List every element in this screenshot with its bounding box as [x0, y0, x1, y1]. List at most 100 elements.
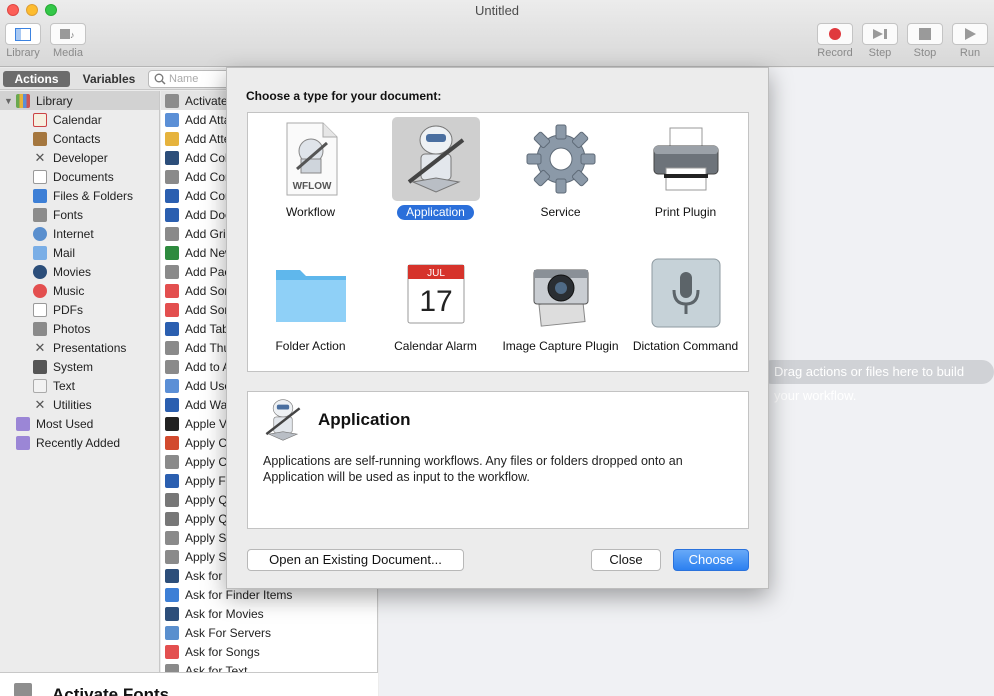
library-item-system[interactable]: System [0, 357, 159, 376]
run-label: Run [959, 47, 981, 59]
library-toggle-button[interactable]: Library [4, 23, 42, 59]
action-icon [165, 93, 179, 108]
action-icon [165, 663, 179, 672]
library-item-calendar[interactable]: Calendar [0, 110, 159, 129]
contacts-icon [33, 131, 47, 146]
run-icon [965, 28, 976, 40]
library-item-internet[interactable]: Internet [0, 224, 159, 243]
smart-folder-icon [16, 435, 30, 450]
gear-icon [517, 117, 605, 201]
action-icon [165, 492, 179, 507]
stop-label: Stop [913, 47, 937, 59]
printer-icon [642, 117, 730, 201]
action-icon [165, 359, 179, 374]
run-button[interactable]: Run [951, 23, 989, 59]
microphone-icon [642, 251, 730, 335]
action-list-item[interactable]: Ask For Servers [161, 623, 377, 642]
type-description-panel: Application Applications are self-runnin… [247, 391, 749, 529]
media-label: Media [53, 47, 83, 59]
calendar-month: JUL [427, 268, 445, 279]
action-icon [165, 302, 179, 317]
library-item-pdfs[interactable]: PDFs [0, 300, 159, 319]
globe-icon [33, 226, 47, 241]
type-image-capture-plugin[interactable]: Image Capture Plugin [498, 251, 623, 354]
action-icon [165, 321, 179, 336]
library-list: ▼ Library Calendar Contacts ✕ Developer D… [0, 91, 160, 672]
action-icon [165, 150, 179, 165]
choose-button[interactable]: Choose [673, 549, 749, 571]
automator-robot-icon [260, 396, 306, 447]
type-folder-action-label: Folder Action [275, 339, 346, 353]
type-calendar-alarm-label: Calendar Alarm [394, 339, 477, 353]
tab-actions[interactable]: Actions [3, 71, 70, 87]
step-label: Step [868, 47, 892, 59]
library-item-music[interactable]: Music [0, 281, 159, 300]
stop-button[interactable]: Stop [906, 23, 944, 59]
action-icon [165, 568, 179, 583]
type-service[interactable]: Service [498, 117, 623, 220]
library-panel-icon [15, 27, 31, 41]
action-icon [165, 587, 179, 602]
library-item-utilities[interactable]: ✕ Utilities [0, 395, 159, 414]
action-label: Ask For Servers [185, 625, 272, 640]
type-dictation-command[interactable]: Dictation Command [623, 251, 748, 354]
action-list-item[interactable]: Ask for Movies [161, 604, 377, 623]
action-list-item[interactable]: Ask for Text [161, 661, 377, 672]
record-button[interactable]: Record [816, 23, 854, 59]
type-folder-action[interactable]: Folder Action [248, 251, 373, 354]
library-item-mail[interactable]: Mail [0, 243, 159, 262]
library-item-recently-added[interactable]: Recently Added [0, 433, 159, 452]
type-workflow[interactable]: WFLOW Workflow [248, 117, 373, 220]
type-calendar-alarm[interactable]: JUL 17 Calendar Alarm [373, 251, 498, 354]
close-button[interactable]: Close [591, 549, 661, 571]
library-item-documents[interactable]: Documents [0, 167, 159, 186]
tools-icon: ✕ [34, 149, 46, 165]
terminal-icon [33, 359, 47, 374]
type-description-text: Applications are self-running workflows.… [263, 454, 683, 484]
library-item-developer[interactable]: ✕ Developer [0, 148, 159, 167]
action-icon [165, 169, 179, 184]
type-image-capture-plugin-label: Image Capture Plugin [502, 339, 619, 353]
type-print-plugin[interactable]: Print Plugin [623, 117, 748, 220]
library-item-fonts[interactable]: Fonts [0, 205, 159, 224]
tab-variables[interactable]: Variables [74, 71, 144, 87]
camera-icon [517, 251, 605, 335]
library-item-most-used[interactable]: Most Used [0, 414, 159, 433]
action-icon [165, 549, 179, 564]
action-icon [165, 625, 179, 640]
action-list-item[interactable]: Ask for Songs [161, 642, 377, 661]
step-button[interactable]: Step [861, 23, 899, 59]
library-root-item[interactable]: ▼ Library [0, 91, 159, 110]
library-item-photos[interactable]: Photos [0, 319, 159, 338]
workflow-document-icon: WFLOW [267, 117, 355, 201]
library-item-movies[interactable]: Movies [0, 262, 159, 281]
action-icon [165, 454, 179, 469]
media-icon: ♪ [60, 29, 75, 40]
calendar-icon: JUL 17 [392, 251, 480, 335]
record-icon [829, 28, 841, 40]
action-description-title: Activate Fonts [52, 685, 170, 696]
media-button[interactable]: ♪ Media [49, 23, 87, 59]
library-item-contacts[interactable]: Contacts [0, 129, 159, 148]
type-application-label: Application [397, 205, 474, 220]
library-item-files-folders[interactable]: Files & Folders [0, 186, 159, 205]
type-print-plugin-label: Print Plugin [654, 205, 717, 219]
library-item-presentations[interactable]: ✕ Presentations [0, 338, 159, 357]
library-item-text[interactable]: Text [0, 376, 159, 395]
action-label: Ask for Text [185, 663, 248, 673]
workflow-drop-hint: Drag actions or files here to build your… [760, 360, 994, 403]
sheet-heading: Choose a type for your document: [246, 89, 442, 103]
calendar-icon [33, 112, 47, 127]
action-icon [165, 644, 179, 659]
type-application[interactable]: Application [373, 117, 498, 220]
disclosure-triangle-icon[interactable]: ▼ [4, 96, 16, 106]
wflow-badge: WFLOW [292, 181, 331, 192]
quicktime-icon [33, 264, 47, 279]
mail-icon [33, 245, 47, 260]
open-existing-document-button[interactable]: Open an Existing Document... [247, 549, 464, 571]
action-icon [165, 340, 179, 355]
search-field[interactable] [148, 70, 238, 88]
photos-icon [33, 321, 47, 336]
finder-icon [33, 188, 47, 203]
action-icon [165, 530, 179, 545]
